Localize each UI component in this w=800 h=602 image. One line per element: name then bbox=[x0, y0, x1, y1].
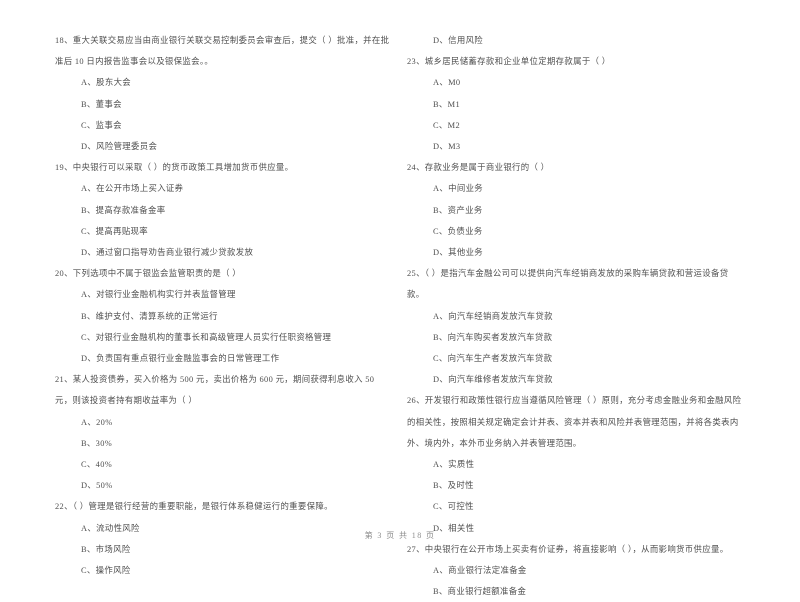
question-18-stem: 18、重大关联交易应当由商业银行关联交易控制委员会审查后，提交（ ）批准，并在批… bbox=[55, 36, 390, 67]
question-20: 20、下列选项中不属于银监会监管职责的是（ ） A、对银行业金融机构实行并表监督… bbox=[55, 263, 393, 369]
question-19: 19、中央银行可以采取（ ）的货币政策工具增加货币供应量。 A、在公开市场上买入… bbox=[55, 157, 393, 263]
question-23: 23、城乡居民储蓄存款和企业单位定期存款属于（ ） A、M0 B、M1 C、M2… bbox=[407, 51, 745, 157]
question-22-option-d[interactable]: D、信用风险 bbox=[407, 30, 745, 51]
question-21-option-b[interactable]: B、30% bbox=[55, 433, 393, 454]
question-22-stem: 22、（ ）管理是银行经营的重要职能，是银行体系稳健运行的重要保障。 bbox=[55, 502, 333, 512]
page-footer: 第 3 页 共 18 页 bbox=[364, 531, 436, 540]
question-22-option-b[interactable]: B、市场风险 bbox=[55, 539, 393, 560]
question-20-option-c[interactable]: C、对银行业金融机构的董事长和高级管理人员实行任职资格管理 bbox=[55, 327, 393, 348]
question-20-option-d[interactable]: D、负责国有重点银行业金融监事会的日常管理工作 bbox=[55, 348, 393, 369]
question-26-option-a[interactable]: A、实质性 bbox=[407, 454, 745, 475]
question-20-option-b[interactable]: B、维护支付、清算系统的正常运行 bbox=[55, 306, 393, 327]
question-26: 26、开发银行和政策性银行应当遵循风险管理（ ）原则，充分考虑金融业务和金融风险… bbox=[407, 390, 745, 538]
exam-page: 18、重大关联交易应当由商业银行关联交易控制委员会审查后，提交（ ）批准，并在批… bbox=[0, 0, 800, 596]
question-21: 21、某人投资债券，买入价格为 500 元，卖出价格为 600 元，期间获得利息… bbox=[55, 369, 393, 496]
question-18-option-d[interactable]: D、风险管理委员会 bbox=[55, 136, 393, 157]
question-25-option-c[interactable]: C、向汽车生产者发放汽车贷款 bbox=[407, 348, 745, 369]
question-24-option-d[interactable]: D、其他业务 bbox=[407, 242, 745, 263]
question-20-stem: 20、下列选项中不属于银监会监管职责的是（ ） bbox=[55, 269, 242, 279]
question-18: 18、重大关联交易应当由商业银行关联交易控制委员会审查后，提交（ ）批准，并在批… bbox=[55, 30, 393, 157]
question-27-option-a[interactable]: A、商业银行法定准备金 bbox=[407, 560, 745, 581]
two-column-layout: 18、重大关联交易应当由商业银行关联交易控制委员会审查后，提交（ ）批准，并在批… bbox=[55, 30, 745, 602]
question-25-option-a[interactable]: A、向汽车经销商发放汽车贷款 bbox=[407, 306, 745, 327]
question-18-option-c[interactable]: C、监事会 bbox=[55, 115, 393, 136]
question-25-option-b[interactable]: B、向汽车购买者发放汽车贷款 bbox=[407, 327, 745, 348]
question-23-option-c[interactable]: C、M2 bbox=[407, 115, 745, 136]
question-23-option-b[interactable]: B、M1 bbox=[407, 94, 745, 115]
question-25-option-d[interactable]: D、向汽车维修者发放汽车贷款 bbox=[407, 369, 745, 390]
left-column: 18、重大关联交易应当由商业银行关联交易控制委员会审查后，提交（ ）批准，并在批… bbox=[55, 30, 393, 581]
question-18-option-b[interactable]: B、董事会 bbox=[55, 94, 393, 115]
question-22-continued: D、信用风险 bbox=[407, 30, 745, 51]
right-column: D、信用风险 23、城乡居民储蓄存款和企业单位定期存款属于（ ） A、M0 B、… bbox=[407, 30, 745, 602]
question-19-stem: 19、中央银行可以采取（ ）的货币政策工具增加货币供应量。 bbox=[55, 163, 294, 173]
question-18-option-a[interactable]: A、股东大会 bbox=[55, 72, 393, 93]
question-19-option-d[interactable]: D、通过窗口指导劝告商业银行减少贷款发放 bbox=[55, 242, 393, 263]
question-23-option-a[interactable]: A、M0 bbox=[407, 72, 745, 93]
question-25-stem: 25、（ ）是指汽车金融公司可以提供向汽车经销商发放的采购车辆贷款和营运设备贷款… bbox=[407, 269, 729, 300]
question-26-stem: 26、开发银行和政策性银行应当遵循风险管理（ ）原则，充分考虑金融业务和金融风险… bbox=[407, 396, 742, 448]
question-19-option-c[interactable]: C、提高再贴现率 bbox=[55, 221, 393, 242]
question-26-option-b[interactable]: B、及时性 bbox=[407, 475, 745, 496]
question-19-option-a[interactable]: A、在公开市场上买入证券 bbox=[55, 178, 393, 199]
question-19-option-b[interactable]: B、提高存款准备金率 bbox=[55, 200, 393, 221]
question-27-option-b[interactable]: B、商业银行超额准备金 bbox=[407, 581, 745, 602]
question-24-option-c[interactable]: C、负债业务 bbox=[407, 221, 745, 242]
question-23-option-d[interactable]: D、M3 bbox=[407, 136, 745, 157]
question-21-option-d[interactable]: D、50% bbox=[55, 475, 393, 496]
question-23-stem: 23、城乡居民储蓄存款和企业单位定期存款属于（ ） bbox=[407, 57, 611, 67]
question-26-option-c[interactable]: C、可控性 bbox=[407, 496, 745, 517]
question-20-option-a[interactable]: A、对银行业金融机构实行并表监督管理 bbox=[55, 284, 393, 305]
question-24-option-b[interactable]: B、资产业务 bbox=[407, 200, 745, 221]
question-21-option-a[interactable]: A、20% bbox=[55, 412, 393, 433]
question-27-stem: 27、中央银行在公开市场上买卖有价证券，将直接影响（ ），从而影响货币供应量。 bbox=[407, 544, 729, 554]
question-22-option-c[interactable]: C、操作风险 bbox=[55, 560, 393, 581]
question-21-stem: 21、某人投资债券，买入价格为 500 元，卖出价格为 600 元，期间获得利息… bbox=[55, 375, 375, 406]
question-25: 25、（ ）是指汽车金融公司可以提供向汽车经销商发放的采购车辆贷款和营运设备贷款… bbox=[407, 263, 745, 390]
question-24-option-a[interactable]: A、中间业务 bbox=[407, 178, 745, 199]
question-27: 27、中央银行在公开市场上买卖有价证券，将直接影响（ ），从而影响货币供应量。 … bbox=[407, 539, 745, 602]
question-24-stem: 24、存款业务是属于商业银行的（ ） bbox=[407, 163, 550, 173]
question-21-option-c[interactable]: C、40% bbox=[55, 454, 393, 475]
question-24: 24、存款业务是属于商业银行的（ ） A、中间业务 B、资产业务 C、负债业务 … bbox=[407, 157, 745, 263]
